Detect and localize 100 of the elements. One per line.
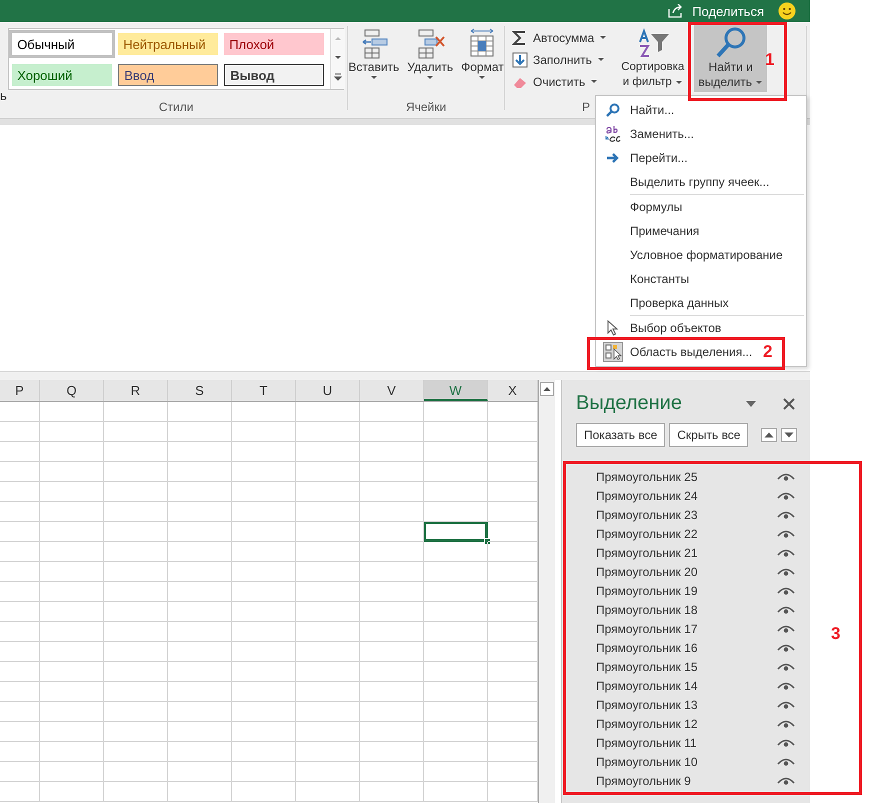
grid-cell[interactable]	[296, 542, 360, 562]
grid-cell[interactable]	[232, 782, 296, 802]
grid-cell[interactable]	[104, 442, 168, 462]
shape-list-item[interactable]: Прямоугольник 23	[596, 508, 698, 522]
grid-cell[interactable]	[424, 702, 488, 722]
cell-style-option[interactable]: Нейтральный	[118, 33, 218, 55]
grid-cell[interactable]	[168, 722, 232, 742]
grid-cell[interactable]	[0, 782, 40, 802]
grid-cell[interactable]	[232, 402, 296, 422]
grid-cell[interactable]	[104, 402, 168, 422]
eye-icon[interactable]	[777, 604, 795, 614]
grid-cell[interactable]	[296, 402, 360, 422]
grid-cell[interactable]	[232, 562, 296, 582]
grid-cell[interactable]	[168, 402, 232, 422]
eye-icon[interactable]	[777, 718, 795, 728]
move-down-icon[interactable]	[781, 428, 797, 442]
grid-cell[interactable]	[360, 602, 424, 622]
eye-icon[interactable]	[777, 510, 795, 520]
grid-cell[interactable]	[104, 782, 168, 802]
shape-list-item[interactable]: Прямоугольник 14	[596, 678, 698, 692]
grid-cell[interactable]	[168, 522, 232, 542]
grid-cell[interactable]	[104, 482, 168, 502]
grid-cell[interactable]	[40, 742, 104, 762]
grid-cell[interactable]	[104, 702, 168, 722]
grid-cell[interactable]	[0, 502, 40, 522]
grid-cell[interactable]	[488, 602, 538, 622]
grid-cell[interactable]	[0, 642, 40, 662]
menu-item[interactable]: Выбор объектов	[630, 321, 722, 335]
menu-item[interactable]: Выделить группу ячеек...	[630, 175, 770, 189]
grid-cell[interactable]	[232, 762, 296, 782]
grid-cell[interactable]	[488, 762, 538, 782]
grid-cell[interactable]	[488, 582, 538, 602]
scroll-up-icon[interactable]	[540, 382, 554, 396]
vertical-scrollbar[interactable]	[539, 380, 555, 803]
grid-cell[interactable]	[0, 462, 40, 482]
grid-cell[interactable]	[488, 702, 538, 722]
column-header[interactable]: S	[168, 380, 232, 401]
eye-icon[interactable]	[777, 680, 795, 690]
ribbon-button[interactable]: Вставить	[346, 28, 402, 80]
eye-icon[interactable]	[777, 756, 795, 766]
grid-cell[interactable]	[40, 542, 104, 562]
grid-cell[interactable]	[168, 482, 232, 502]
grid-cell[interactable]	[104, 422, 168, 442]
grid-cell[interactable]	[360, 742, 424, 762]
shape-list-item[interactable]: Прямоугольник 24	[596, 488, 698, 502]
grid-cell[interactable]	[488, 782, 538, 802]
shape-list-item[interactable]: Прямоугольник 21	[596, 546, 698, 560]
shape-list-item[interactable]: Прямоугольник 17	[596, 622, 698, 636]
grid-cell[interactable]	[104, 762, 168, 782]
grid-cell[interactable]	[0, 602, 40, 622]
grid-cell[interactable]	[232, 702, 296, 722]
menu-item[interactable]: Заменить...	[630, 127, 694, 141]
grid-cell[interactable]	[104, 662, 168, 682]
grid-cell[interactable]	[360, 562, 424, 582]
grid-cell[interactable]	[40, 442, 104, 462]
grid-cell[interactable]	[360, 642, 424, 662]
grid-cell[interactable]	[0, 682, 40, 702]
grid-cell[interactable]	[40, 522, 104, 542]
grid-cell[interactable]	[360, 522, 424, 542]
grid-cell[interactable]	[0, 702, 40, 722]
eye-icon[interactable]	[777, 472, 795, 482]
grid-cell[interactable]	[0, 422, 40, 442]
grid-cell[interactable]	[296, 422, 360, 442]
column-header[interactable]: R	[104, 380, 168, 401]
grid-cell[interactable]	[0, 662, 40, 682]
cell-style-option[interactable]: Ввод	[118, 64, 218, 86]
grid-cell[interactable]	[488, 422, 538, 442]
grid-cell[interactable]	[360, 782, 424, 802]
grid-cell[interactable]	[168, 562, 232, 582]
grid-cell[interactable]	[0, 562, 40, 582]
grid-cell[interactable]	[0, 622, 40, 642]
shape-list-item[interactable]: Прямоугольник 9	[596, 774, 691, 788]
grid-cell[interactable]	[40, 422, 104, 442]
eye-icon[interactable]	[777, 642, 795, 652]
shape-list-item[interactable]: Прямоугольник 13	[596, 698, 698, 712]
grid-cell[interactable]	[40, 762, 104, 782]
grid-cell[interactable]	[40, 722, 104, 742]
pane-button[interactable]: Показать все	[576, 423, 666, 447]
cell-style-option[interactable]: Вывод	[224, 64, 324, 86]
grid-cell[interactable]	[40, 602, 104, 622]
grid-cell[interactable]	[168, 682, 232, 702]
shape-list-item[interactable]: Прямоугольник 12	[596, 716, 698, 730]
grid-cell[interactable]	[296, 562, 360, 582]
grid-cell[interactable]	[104, 722, 168, 742]
menu-item[interactable]: Условное форматирование	[630, 248, 783, 262]
grid-cell[interactable]	[424, 422, 488, 442]
eye-icon[interactable]	[777, 662, 795, 672]
grid-cell[interactable]	[424, 642, 488, 662]
grid-cell[interactable]	[40, 482, 104, 502]
grid-cell[interactable]	[424, 682, 488, 702]
grid-cell[interactable]	[360, 462, 424, 482]
ribbon-command[interactable]: Автосумма	[512, 28, 608, 47]
ribbon-command[interactable]: Заполнить	[512, 50, 608, 69]
grid-cell[interactable]	[296, 682, 360, 702]
grid-cell[interactable]	[360, 662, 424, 682]
grid-cell[interactable]	[0, 742, 40, 762]
grid-cell[interactable]	[296, 482, 360, 502]
eye-icon[interactable]	[777, 776, 795, 786]
grid-cell[interactable]	[296, 742, 360, 762]
grid-cell[interactable]	[168, 642, 232, 662]
